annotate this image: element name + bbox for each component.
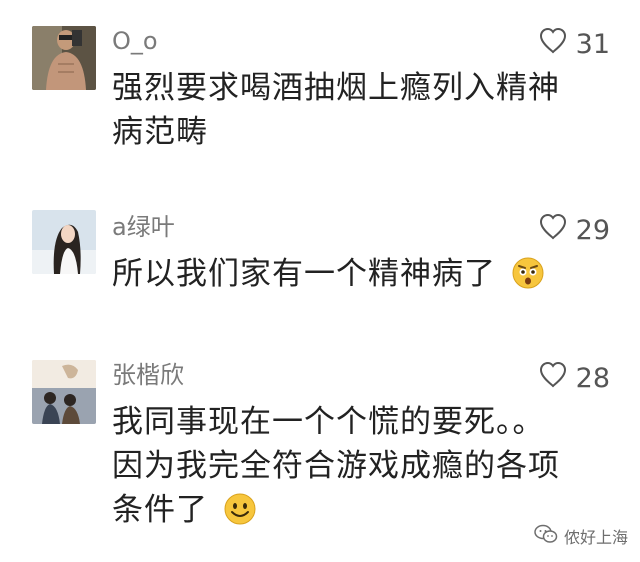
avatar[interactable] — [32, 26, 96, 90]
comment-line: 强烈要求喝酒抽烟上瘾列入精神 — [112, 70, 560, 106]
like-count: 31 — [575, 28, 610, 60]
like-count: 28 — [575, 362, 610, 394]
comment-line: 病范畴 — [112, 114, 208, 150]
comment-line: 条件了 — [112, 492, 208, 528]
heart-icon — [538, 360, 568, 397]
like-button[interactable]: 28 — [538, 360, 610, 397]
comment-author[interactable]: O_o — [112, 26, 158, 56]
smiling-face-icon — [223, 492, 257, 526]
comment-author[interactable]: 张楷欣 — [112, 360, 184, 390]
comment-text: 强烈要求喝酒抽烟上瘾列入精神 病范畴 — [112, 66, 612, 154]
comment-item: O_o 31 强烈要求喝酒抽烟上瘾列入精神 病范畴 — [0, 0, 640, 190]
comment-author[interactable]: a绿叶 — [112, 212, 175, 242]
heart-icon — [538, 212, 568, 249]
comment-line: 因为我完全符合游戏成瘾的各项 — [112, 448, 560, 484]
like-button[interactable]: 29 — [538, 212, 610, 249]
heart-icon — [538, 26, 568, 63]
watermark-text: 侬好上海 — [563, 528, 628, 547]
comment-line: 我同事现在一个个慌的要死。。 — [112, 404, 545, 440]
like-count: 29 — [575, 214, 610, 246]
comment-text: 我同事现在一个个慌的要死。。 因为我完全符合游戏成瘾的各项 条件了 — [112, 400, 612, 532]
comment-line: 所以我们家有一个精神病了 — [112, 256, 496, 292]
watermark: 侬好上海 — [534, 524, 628, 548]
surprised-face-icon — [511, 256, 545, 290]
comment-text: 所以我们家有一个精神病了 — [112, 252, 612, 296]
avatar[interactable] — [32, 210, 96, 274]
comment-item: a绿叶 29 所以我们家有一个精神病了 — [0, 190, 640, 350]
avatar[interactable] — [32, 360, 96, 424]
like-button[interactable]: 31 — [538, 26, 610, 63]
wechat-icon — [534, 524, 558, 548]
